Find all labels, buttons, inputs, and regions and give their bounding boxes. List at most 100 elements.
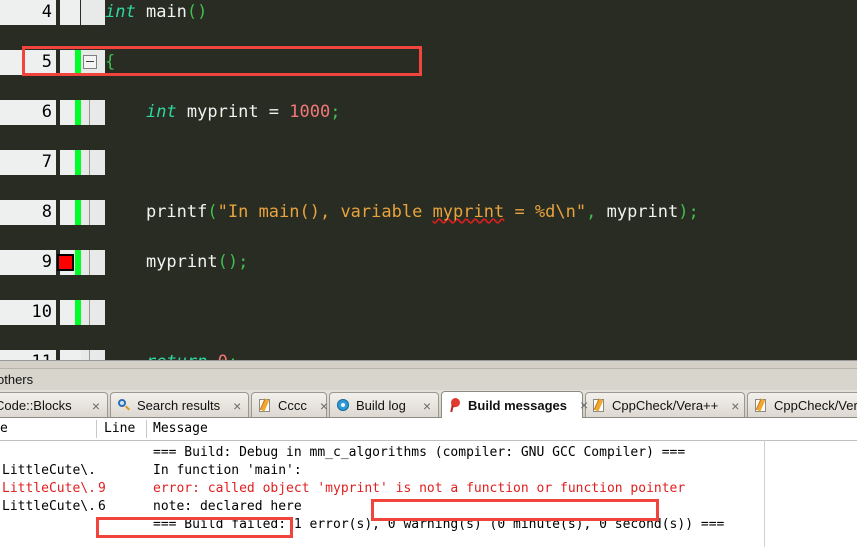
editor-line[interactable]: 6 int myprint = 1000; (0, 100, 857, 125)
tab-build-messages[interactable]: Build messages × (441, 391, 588, 418)
cell-file: LittleCute\... (2, 481, 98, 496)
line-number: 11 (0, 350, 56, 360)
fold-column[interactable] (81, 200, 105, 225)
pin-icon (448, 398, 463, 413)
fold-column[interactable] (81, 250, 105, 275)
column-divider[interactable] (146, 420, 147, 438)
build-messages-panel[interactable]: e Line Message === Build: Debug in mm_c_… (0, 418, 857, 547)
line-number: 8 (0, 200, 56, 225)
editor-line[interactable]: 10 (0, 300, 857, 325)
close-icon[interactable]: × (89, 399, 103, 413)
line-code[interactable]: int main() (105, 0, 857, 25)
editor-line[interactable]: 7 (0, 150, 857, 175)
line-code[interactable]: printf("In main(), variable myprint = %d… (105, 200, 857, 225)
tab-label: CppCheck/Vera (774, 398, 857, 413)
cell-line: 9 (98, 481, 106, 496)
table-row[interactable]: LittleCute\... 9 error: called object 'm… (0, 480, 857, 498)
cell-message: === Build: Debug in mm_c_algorithms (com… (153, 445, 686, 460)
close-paren-token: ); (678, 202, 699, 222)
tab-cppcheck-vera-plus-plus[interactable]: CppCheck/Vera++ × (585, 392, 745, 418)
source-code-editor[interactable]: 4 int main() 5 { 6 int myprint = 1000; 7… (0, 0, 857, 360)
line-number: 7 (0, 150, 56, 175)
fold-collapse-icon[interactable] (83, 55, 97, 69)
keyword-token: int (105, 2, 136, 22)
tab-search-results[interactable]: Search results × (110, 392, 249, 418)
messages-header-row: e Line Message (0, 418, 857, 441)
change-marker (75, 150, 81, 175)
fold-guide-line (89, 300, 90, 325)
keyword-token: return (146, 352, 207, 360)
string-token: "In main(), variable (217, 202, 433, 222)
fold-guide-line (89, 250, 90, 275)
brace-token: { (105, 52, 116, 72)
fold-column[interactable] (81, 300, 105, 325)
tab-cppcheck-vera-secondary[interactable]: CppCheck/Vera × (747, 392, 857, 418)
cell-message: error: called object 'myprint' is not a … (153, 481, 686, 496)
editor-line[interactable]: 9 myprint(); (0, 250, 857, 275)
cell-line: 6 (98, 499, 106, 514)
column-header-line[interactable]: Line (104, 418, 146, 440)
column-divider[interactable] (96, 420, 97, 438)
fold-guide-line (89, 200, 90, 225)
identifier-token: myprint (596, 202, 679, 222)
line-code[interactable]: int myprint = 1000; (105, 100, 857, 125)
pencil-icon (258, 398, 273, 413)
line-code[interactable]: myprint(); (105, 250, 857, 275)
tab-build-log[interactable]: Build log × (329, 392, 439, 418)
change-marker (75, 350, 81, 360)
fold-column[interactable] (81, 0, 105, 25)
line-code[interactable]: return 0; (105, 350, 857, 360)
table-row[interactable]: LittleCute\... 6 note: declared here (0, 498, 857, 516)
others-bar[interactable]: others (0, 368, 857, 392)
gutter-strip (60, 0, 80, 25)
cell-message: note: declared here (153, 499, 302, 514)
fold-column[interactable] (81, 350, 105, 360)
tab-cccc[interactable]: Cccc × (251, 392, 328, 418)
column-header-file[interactable]: e (0, 418, 96, 440)
close-icon[interactable]: × (420, 399, 434, 413)
message-panel-tabbar[interactable]: Code::Blocks × Search results × Cccc × B… (0, 390, 857, 418)
fold-guide-line (89, 100, 90, 125)
gear-icon (336, 398, 351, 413)
editor-line[interactable]: 11 return 0; (0, 350, 857, 360)
column-header-message[interactable]: Message (153, 418, 857, 440)
close-icon[interactable]: × (728, 399, 742, 413)
editor-line[interactable]: 8 printf("In main(), variable myprint = … (0, 200, 857, 225)
keyword-token: int (145, 102, 177, 122)
pencil-icon (754, 398, 769, 413)
pencil-icon (592, 398, 607, 413)
line-number: 9 (0, 250, 56, 275)
function-token: myprint (145, 252, 218, 272)
table-row[interactable]: === Build: Debug in mm_c_algorithms (com… (0, 444, 857, 462)
number-token: 0 (207, 352, 228, 360)
paren-token: ( (207, 202, 218, 222)
line-code[interactable] (105, 300, 857, 325)
tab-label: CppCheck/Vera++ (612, 398, 719, 413)
close-icon[interactable]: × (230, 399, 244, 413)
change-marker (75, 50, 81, 75)
editor-line[interactable]: 5 { (0, 50, 857, 75)
table-row[interactable]: === Build failed: 1 error(s), 0 warning(… (0, 516, 857, 534)
comma-token: , (586, 202, 597, 222)
identifier-token: myprint (176, 102, 269, 122)
misspelled-word: myprint (432, 202, 505, 222)
semicolon-token: ; (238, 252, 249, 272)
fold-guide-line (89, 150, 90, 175)
fold-column[interactable] (81, 100, 105, 125)
semicolon-token: ; (228, 352, 238, 360)
table-row[interactable]: LittleCute\... In function 'main': (0, 462, 857, 480)
breakpoint-marker-icon[interactable] (57, 254, 74, 271)
close-icon[interactable]: × (577, 398, 591, 412)
line-code[interactable]: { (105, 50, 857, 75)
change-marker (75, 250, 81, 275)
semicolon-token: ; (330, 102, 341, 122)
line-code[interactable] (105, 150, 857, 175)
tab-code-blocks[interactable]: Code::Blocks × (0, 392, 108, 418)
editor-line[interactable]: 4 int main() (0, 0, 857, 25)
number-token: 1000 (289, 102, 331, 122)
fold-column[interactable] (81, 150, 105, 175)
